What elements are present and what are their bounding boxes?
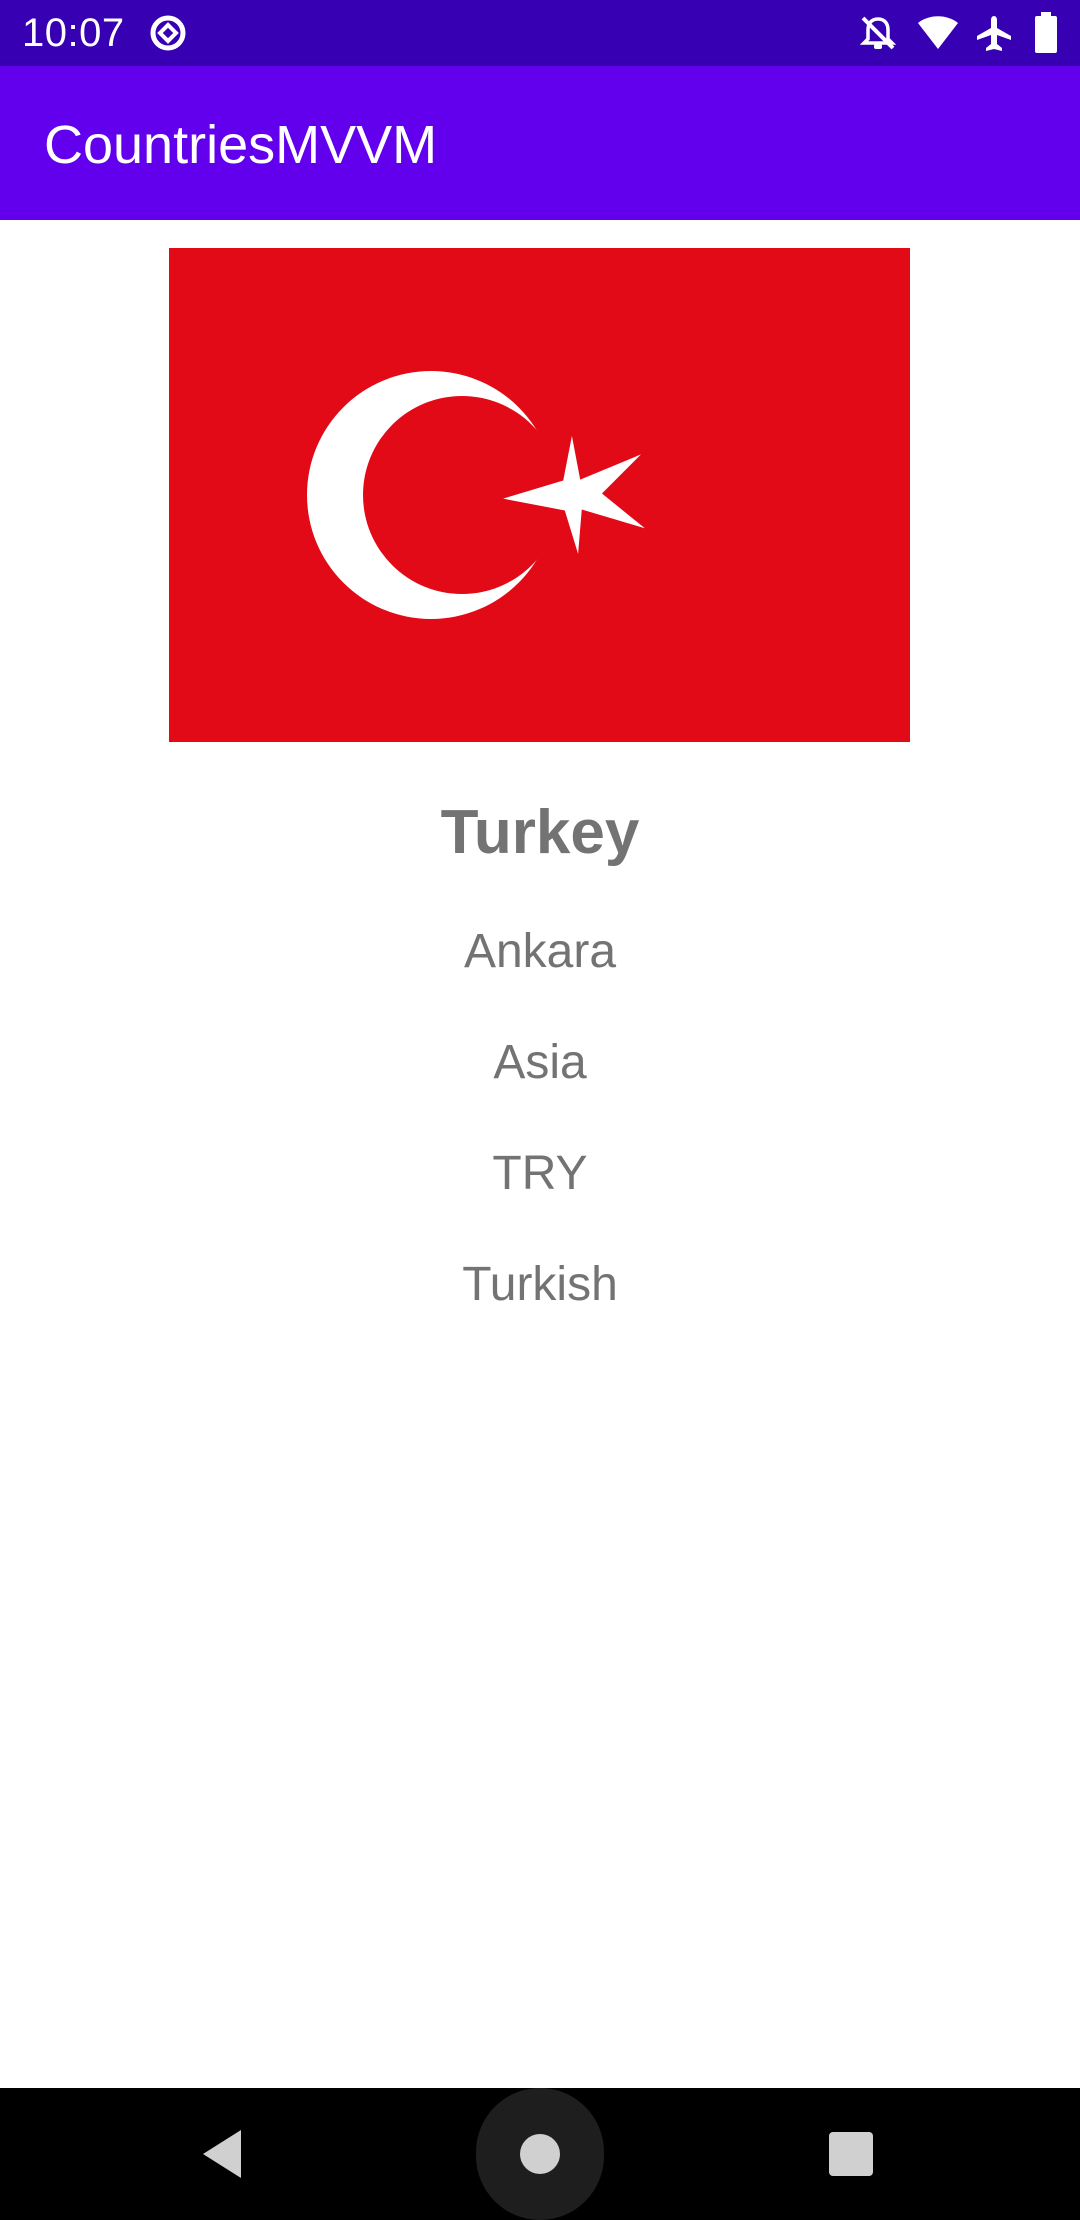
country-capital: Ankara (463, 925, 617, 978)
navigation-bar (0, 2088, 1080, 2220)
notifications-off-icon (859, 16, 897, 50)
airplane-icon (977, 16, 1011, 51)
country-currency: TRY (492, 1147, 588, 1200)
back-icon[interactable] (195, 2126, 255, 2182)
recents-icon[interactable] (829, 2132, 873, 2176)
app-title: CountriesMVVM (44, 115, 438, 175)
status-bar: 10:07 (0, 0, 1080, 66)
turkey-flag-icon (169, 248, 910, 742)
status-time: 10:07 (22, 11, 125, 55)
sync-circle-icon (150, 15, 186, 51)
battery-icon (1035, 12, 1057, 53)
country-detail: Turkey Ankara Asia TRY Turkish (0, 220, 1080, 2088)
country-name: Turkey (440, 798, 640, 867)
home-icon[interactable] (520, 2134, 560, 2174)
app-bar: CountriesMVVM (0, 66, 1080, 220)
wifi-icon (918, 16, 958, 49)
country-region: Asia (493, 1036, 587, 1089)
country-language: Turkish (462, 1258, 618, 1311)
